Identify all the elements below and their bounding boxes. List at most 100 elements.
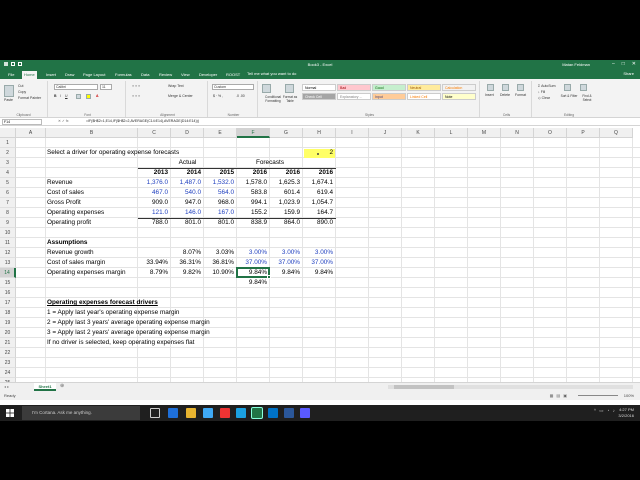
zoom-slider[interactable] <box>578 395 618 396</box>
cell-style-calculation[interactable]: Calculation <box>442 84 476 91</box>
tab-page-layout[interactable]: Page Layout <box>81 71 107 79</box>
row-header-15[interactable]: 15 <box>0 278 16 288</box>
format-button[interactable]: Format <box>515 93 526 97</box>
file-explorer-icon[interactable] <box>186 408 196 418</box>
cell-style-bad[interactable]: Bad <box>337 84 371 91</box>
format-painter-button[interactable]: Format Painter <box>18 96 41 100</box>
row-header-2[interactable]: 2 <box>0 148 16 158</box>
worksheet-grid[interactable]: A B C D E F G H I J K L M N O P Q 1 2 3 4 5 6 7 8 9 10 11 12 13 14 15 16… <box>0 128 640 382</box>
system-tray-icons[interactable]: ^ ▭ ◔ ♪ <box>594 408 616 414</box>
row-header-21[interactable]: 21 <box>0 338 16 348</box>
formula-input[interactable]: =IF($H$2=1,E14,IF($H$2=2,AVERAGE(C14:E14… <box>86 119 638 125</box>
tab-developer[interactable]: Developer <box>197 71 219 79</box>
cortana-search[interactable]: I'm Cortana. Ask me anything. <box>22 406 140 420</box>
column-header-k[interactable]: K <box>402 128 435 138</box>
row-header-24[interactable]: 24 <box>0 368 16 378</box>
row-header-8[interactable]: 8 <box>0 208 16 218</box>
sort-filter-icon[interactable] <box>564 84 571 91</box>
column-header-j[interactable]: J <box>369 128 402 138</box>
sort-filter-button[interactable]: Sort & Filter <box>560 94 578 98</box>
cell-style-input[interactable]: Input <box>372 93 406 100</box>
cell-style-note[interactable]: Note <box>442 93 476 100</box>
column-header-i[interactable]: I <box>336 128 369 138</box>
excel-taskbar-icon[interactable] <box>251 407 263 419</box>
tab-insert[interactable]: Insert <box>44 71 58 79</box>
cell-style-good[interactable]: Good <box>372 84 406 91</box>
row-header-10[interactable]: 10 <box>0 228 16 238</box>
task-view-icon[interactable] <box>150 408 160 418</box>
windows-start-icon[interactable] <box>6 409 14 417</box>
decimal-icon[interactable]: .0 .00 <box>236 94 245 98</box>
skype-icon[interactable] <box>236 408 246 418</box>
conditional-formatting-icon[interactable] <box>262 84 271 93</box>
row-header-13[interactable]: 13 <box>0 258 16 268</box>
row-header-5[interactable]: 5 <box>0 178 16 188</box>
row-header-19[interactable]: 19 <box>0 318 16 328</box>
fill-button[interactable]: ↓ Fill <box>538 90 545 94</box>
fill-color-icon[interactable] <box>86 94 91 99</box>
row-header-11[interactable]: 11 <box>0 238 16 248</box>
number-format-select[interactable]: Custom <box>212 84 254 90</box>
maximize-icon[interactable]: □ <box>622 61 625 67</box>
column-header-n[interactable]: N <box>501 128 534 138</box>
italic-button[interactable]: I <box>60 94 61 98</box>
clear-button[interactable]: ◇ Clear <box>538 96 550 100</box>
delete-cells-icon[interactable] <box>502 84 509 91</box>
font-size-select[interactable]: 11 <box>100 84 112 90</box>
sheet-nav-arrows[interactable]: ◂ ▸ <box>4 384 9 389</box>
tab-file[interactable]: File <box>6 71 16 79</box>
insert-button[interactable]: Insert <box>485 93 494 97</box>
align-top-icon[interactable]: ≡ ≡ ≡ <box>132 84 140 88</box>
column-header-p[interactable]: P <box>567 128 600 138</box>
merge-center-button[interactable]: Merge & Center <box>168 94 193 98</box>
bold-button[interactable]: B <box>54 94 57 98</box>
fill-handle[interactable] <box>267 275 271 279</box>
tab-review[interactable]: Review <box>157 71 174 79</box>
close-icon[interactable]: ✕ <box>632 61 636 67</box>
sheet-tab-sheet1[interactable]: Sheet1 <box>34 383 56 391</box>
paste-icon[interactable] <box>4 85 14 97</box>
taskbar-clock[interactable]: 4:27 PM 3/2/2016 <box>618 407 634 419</box>
tab-roost[interactable]: ROOST <box>224 71 242 79</box>
underline-button[interactable]: U <box>65 94 68 98</box>
fx-icon[interactable]: ✕ ✓ fx <box>58 119 69 123</box>
column-header-q[interactable]: Q <box>600 128 633 138</box>
column-header-h[interactable]: H <box>303 128 336 138</box>
copy-button[interactable]: Copy <box>18 90 26 94</box>
insert-cells-icon[interactable] <box>487 84 494 91</box>
view-buttons-icon[interactable]: ▦▤▣ <box>550 393 570 398</box>
edge-icon[interactable] <box>168 408 178 418</box>
share-button[interactable]: Share <box>623 71 634 76</box>
outlook-icon[interactable] <box>268 408 278 418</box>
delete-button[interactable]: Delete <box>500 93 510 97</box>
name-box[interactable]: F14 <box>2 119 42 125</box>
add-sheet-icon[interactable]: ⊕ <box>60 383 64 389</box>
row-header-12[interactable]: 12 <box>0 248 16 258</box>
select-all-corner[interactable] <box>0 128 16 138</box>
row-header-17[interactable]: 17 <box>0 298 16 308</box>
font-color-button[interactable]: A <box>96 94 99 98</box>
format-cells-icon[interactable] <box>517 84 524 91</box>
column-header-o[interactable]: O <box>534 128 567 138</box>
row-header-3[interactable]: 3 <box>0 158 16 168</box>
tab-view[interactable]: View <box>179 71 192 79</box>
format-as-table-icon[interactable] <box>285 84 294 93</box>
horizontal-scrollbar[interactable] <box>388 385 633 389</box>
column-header-e[interactable]: E <box>204 128 237 138</box>
column-header-l[interactable]: L <box>435 128 468 138</box>
font-name-select[interactable]: Calibri <box>54 84 98 90</box>
tell-me-search[interactable]: Tell me what you want to do <box>247 71 296 76</box>
format-as-table-button[interactable]: Format as Table <box>282 95 298 103</box>
column-header-f[interactable]: F <box>237 128 270 138</box>
cell-style-linked-cell[interactable]: Linked Cell <box>407 93 441 100</box>
row-header-20[interactable]: 20 <box>0 328 16 338</box>
tab-data[interactable]: Data <box>139 71 151 79</box>
word-icon[interactable] <box>284 408 294 418</box>
tab-formulas[interactable]: Formulas <box>113 71 134 79</box>
app-icon[interactable] <box>300 408 310 418</box>
zoom-level[interactable]: 100% <box>624 393 634 398</box>
tab-home[interactable]: Home <box>22 71 37 79</box>
column-header-m[interactable]: M <box>468 128 501 138</box>
row-header-18[interactable]: 18 <box>0 308 16 318</box>
row-header-1[interactable]: 1 <box>0 138 16 148</box>
